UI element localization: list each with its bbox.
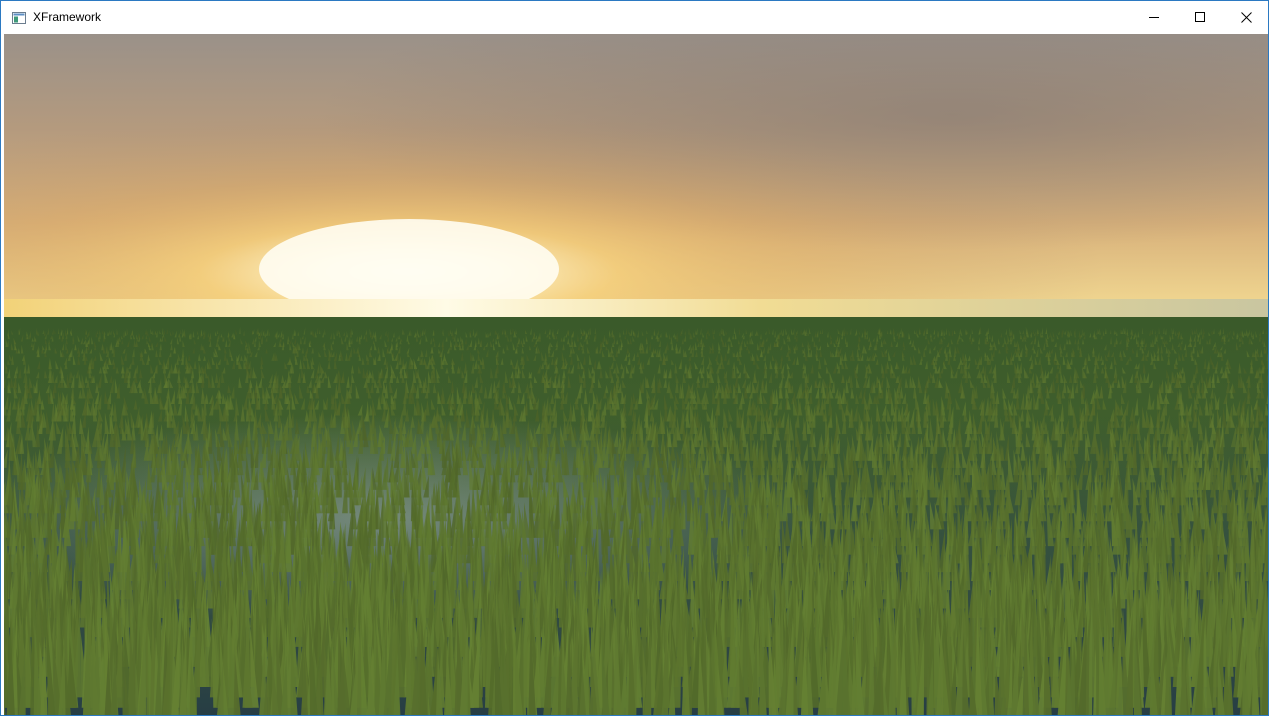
sun-glow <box>4 34 1268 324</box>
application-window: XFramework <box>0 0 1269 716</box>
title-bar[interactable]: XFramework <box>4 1 1268 33</box>
maximize-button[interactable] <box>1177 1 1223 33</box>
scene-canvas <box>4 34 1268 715</box>
window-title: XFramework <box>33 10 102 24</box>
minimize-icon <box>1149 12 1159 22</box>
render-viewport[interactable] <box>4 34 1268 715</box>
app-window-icon <box>12 11 26 24</box>
maximize-icon <box>1195 12 1205 22</box>
close-icon <box>1240 11 1252 23</box>
minimize-button[interactable] <box>1131 1 1177 33</box>
horizon-band <box>4 299 1268 319</box>
close-button[interactable] <box>1223 1 1268 33</box>
